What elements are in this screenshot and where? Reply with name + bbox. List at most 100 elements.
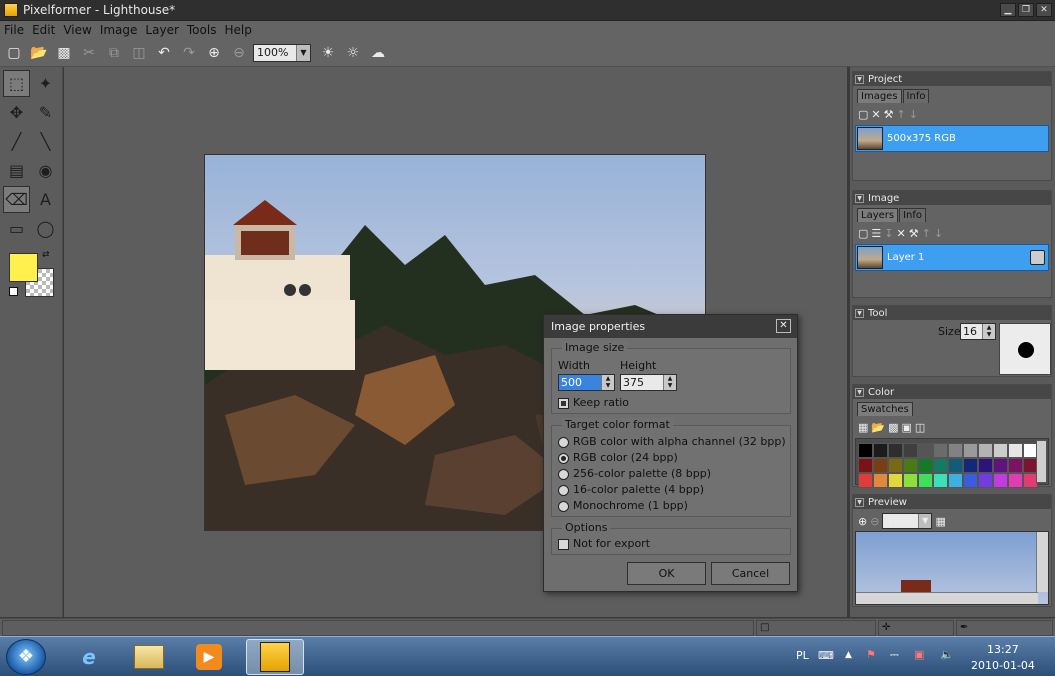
volume-icon[interactable]: 🔈 [940, 648, 954, 661]
format-radio-1bpp[interactable] [558, 501, 569, 512]
color-swatch[interactable] [978, 473, 993, 488]
menu-view[interactable]: View [63, 23, 91, 37]
image-list-item[interactable]: 500x375 RGB [855, 125, 1049, 152]
not-for-export-checkbox[interactable] [558, 539, 569, 550]
show-hidden-icons-icon[interactable]: ▲ [845, 650, 852, 660]
network-icon[interactable]: ▣ [914, 648, 924, 661]
cancel-button[interactable]: Cancel [711, 562, 790, 585]
format-radio-8bpp[interactable] [558, 469, 569, 480]
menu-file[interactable]: File [4, 23, 24, 37]
internet-explorer-icon[interactable]: e [62, 639, 116, 675]
save-palette-icon[interactable]: ▩ [888, 421, 898, 434]
tab-swatches[interactable]: Swatches [857, 402, 913, 416]
format-radio-32bpp[interactable] [558, 437, 569, 448]
pixelformer-task-icon[interactable] [246, 639, 304, 675]
keyboard-icon[interactable]: ⌨ [818, 649, 834, 662]
preview-zoom-out-icon[interactable]: ⊖ [870, 515, 879, 528]
color-swatch[interactable] [978, 443, 993, 458]
clone-icon[interactable]: ◉ [32, 157, 59, 184]
color-swatch[interactable] [903, 443, 918, 458]
color-swatch[interactable] [858, 473, 873, 488]
line-icon[interactable]: ╱ [3, 128, 30, 155]
cut-icon[interactable]: ✂ [78, 42, 100, 64]
collapse-icon[interactable]: ▼ [855, 387, 864, 397]
tab-image-info[interactable]: Info [899, 208, 927, 222]
color-swatch[interactable] [993, 458, 1008, 473]
layers-icon[interactable]: ☰ [871, 227, 881, 240]
background-light-icon[interactable]: ☀ [317, 42, 339, 64]
color-swatch[interactable] [948, 458, 963, 473]
color-swatch[interactable] [963, 443, 978, 458]
color-swatch[interactable] [858, 443, 873, 458]
height-input[interactable]: 375 ▲ ▼ [620, 374, 677, 391]
eraser-icon[interactable]: ⌫ [3, 186, 30, 213]
collapse-icon[interactable]: ▼ [855, 497, 864, 507]
new-icon[interactable]: ▢ [3, 42, 25, 64]
project-panel-header[interactable]: ▼ Project [853, 72, 1051, 86]
delete-image-icon[interactable]: ✕ [871, 108, 880, 121]
preview-vscrollbar[interactable] [1036, 532, 1048, 592]
preview-hscrollbar[interactable] [856, 592, 1038, 604]
color-swatch[interactable] [903, 473, 918, 488]
pencil-icon[interactable]: ✎ [32, 99, 59, 126]
width-stepper-icon[interactable]: ▲ ▼ [601, 375, 614, 390]
color-swatch[interactable] [858, 458, 873, 473]
color-swatch[interactable] [873, 443, 888, 458]
open-palette-icon[interactable]: 📂 [871, 421, 885, 434]
tab-project-info[interactable]: Info [902, 89, 930, 103]
start-button[interactable]: ❖ [6, 639, 46, 675]
magic-wand-icon[interactable]: ✦ [32, 70, 59, 97]
move-down-icon[interactable]: ↓ [909, 108, 918, 121]
color-swatch[interactable] [1008, 473, 1023, 488]
color-swatch[interactable] [873, 473, 888, 488]
swap-colors-icon[interactable]: ⇄ [42, 250, 50, 260]
open-icon[interactable]: 📂 [28, 42, 50, 64]
close-button[interactable]: ✕ [1036, 3, 1052, 17]
merge-down-icon[interactable]: ↧ [884, 227, 893, 240]
language-indicator[interactable]: PL [796, 649, 809, 662]
minimize-button[interactable]: ▁ [1000, 3, 1016, 17]
menu-image[interactable]: Image [100, 23, 138, 37]
redo-icon[interactable]: ↷ [178, 42, 200, 64]
collapse-icon[interactable]: ▼ [855, 74, 864, 84]
format-radio-24bpp[interactable] [558, 453, 569, 464]
preview-zoom-select[interactable]: 100% ▼ [882, 513, 933, 529]
tab-images[interactable]: Images [857, 89, 902, 103]
color-swatch[interactable] [1008, 458, 1023, 473]
reset-colors-icon[interactable] [9, 287, 18, 296]
keep-ratio-checkbox[interactable] [558, 398, 569, 409]
zoom-out-icon[interactable]: ⊖ [228, 42, 250, 64]
preview-canvas[interactable] [855, 531, 1049, 605]
color-swatch[interactable] [903, 458, 918, 473]
layer-up-icon[interactable]: ↑ [922, 227, 931, 240]
format-radio-4bpp[interactable] [558, 485, 569, 496]
color-swatch[interactable] [933, 458, 948, 473]
color-swatch[interactable] [963, 458, 978, 473]
color-swatch[interactable] [873, 458, 888, 473]
collapse-icon[interactable]: ▼ [855, 308, 864, 318]
cloud-icon[interactable]: ☁ [367, 42, 389, 64]
height-stepper-icon[interactable]: ▲ ▼ [663, 375, 676, 390]
rectangle-icon[interactable]: ▭ [3, 215, 30, 242]
rect-select-icon[interactable]: ⬚ [3, 70, 30, 97]
foreground-color-swatch[interactable] [9, 253, 38, 282]
delete-layer-icon[interactable]: ✕ [897, 227, 906, 240]
add-swatch-icon[interactable]: ▣ [902, 421, 912, 434]
new-image-icon[interactable]: ▢ [858, 108, 868, 121]
color-swatch[interactable] [888, 443, 903, 458]
file-explorer-icon[interactable] [122, 639, 176, 675]
color-panel-header[interactable]: ▼ Color [853, 385, 1051, 399]
image-panel-header[interactable]: ▼ Image [853, 191, 1051, 205]
zoom-in-icon[interactable]: ⊕ [203, 42, 225, 64]
menu-layer[interactable]: Layer [145, 23, 178, 37]
brush-icon[interactable]: ╲ [32, 128, 59, 155]
fit-view-icon[interactable]: ▦ [935, 515, 945, 528]
image-properties-icon[interactable]: ⚒ [884, 108, 894, 121]
color-swatch[interactable] [1008, 443, 1023, 458]
dialog-close-button[interactable]: ✕ [776, 319, 791, 333]
width-input[interactable]: 500 ▲ ▼ [558, 374, 615, 391]
layer-down-icon[interactable]: ↓ [934, 227, 943, 240]
ok-button[interactable]: OK [627, 562, 706, 585]
layer-properties-icon[interactable]: ⚒ [909, 227, 919, 240]
new-layer-icon[interactable]: ▢ [858, 227, 868, 240]
